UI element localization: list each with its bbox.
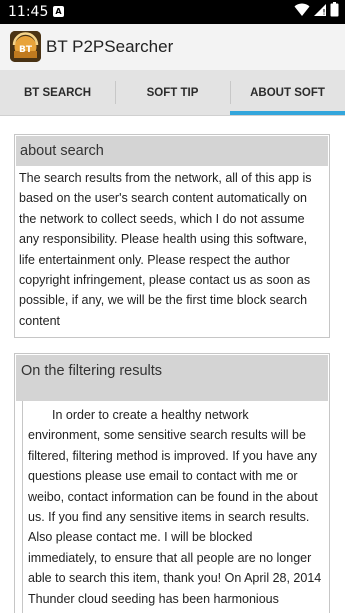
tab-soft-tip[interactable]: SOFT TIP [115,70,230,115]
notification-icon: A [53,6,64,17]
filtering-results-section: On the filtering results In order to cre… [14,353,330,613]
app-logo-text: BT [19,45,33,55]
app-title: BT P2PSearcher [46,37,174,56]
about-content[interactable]: about search The search results from the… [0,116,345,613]
status-bar: 11:45 A [0,0,345,24]
status-icons [294,2,339,22]
tab-bt-search[interactable]: BT SEARCH [0,70,115,115]
section-title: On the filtering results [16,355,328,401]
about-search-section: about search The search results from the… [14,134,330,339]
cellular-signal-icon [313,3,327,22]
section-title: about search [16,136,328,166]
tab-about-soft[interactable]: ABOUT SOFT [230,70,345,115]
section-body: In order to create a healthy network env… [22,401,328,613]
status-time: 11:45 [8,4,49,20]
app-bar: BT BT P2PSearcher [0,24,345,70]
battery-icon [330,2,339,22]
section-body: The search results from the network, all… [19,171,312,328]
wifi-icon [294,3,310,22]
app-logo-icon: BT [10,31,41,62]
tab-bar: BT SEARCH SOFT TIP ABOUT SOFT [0,70,345,116]
